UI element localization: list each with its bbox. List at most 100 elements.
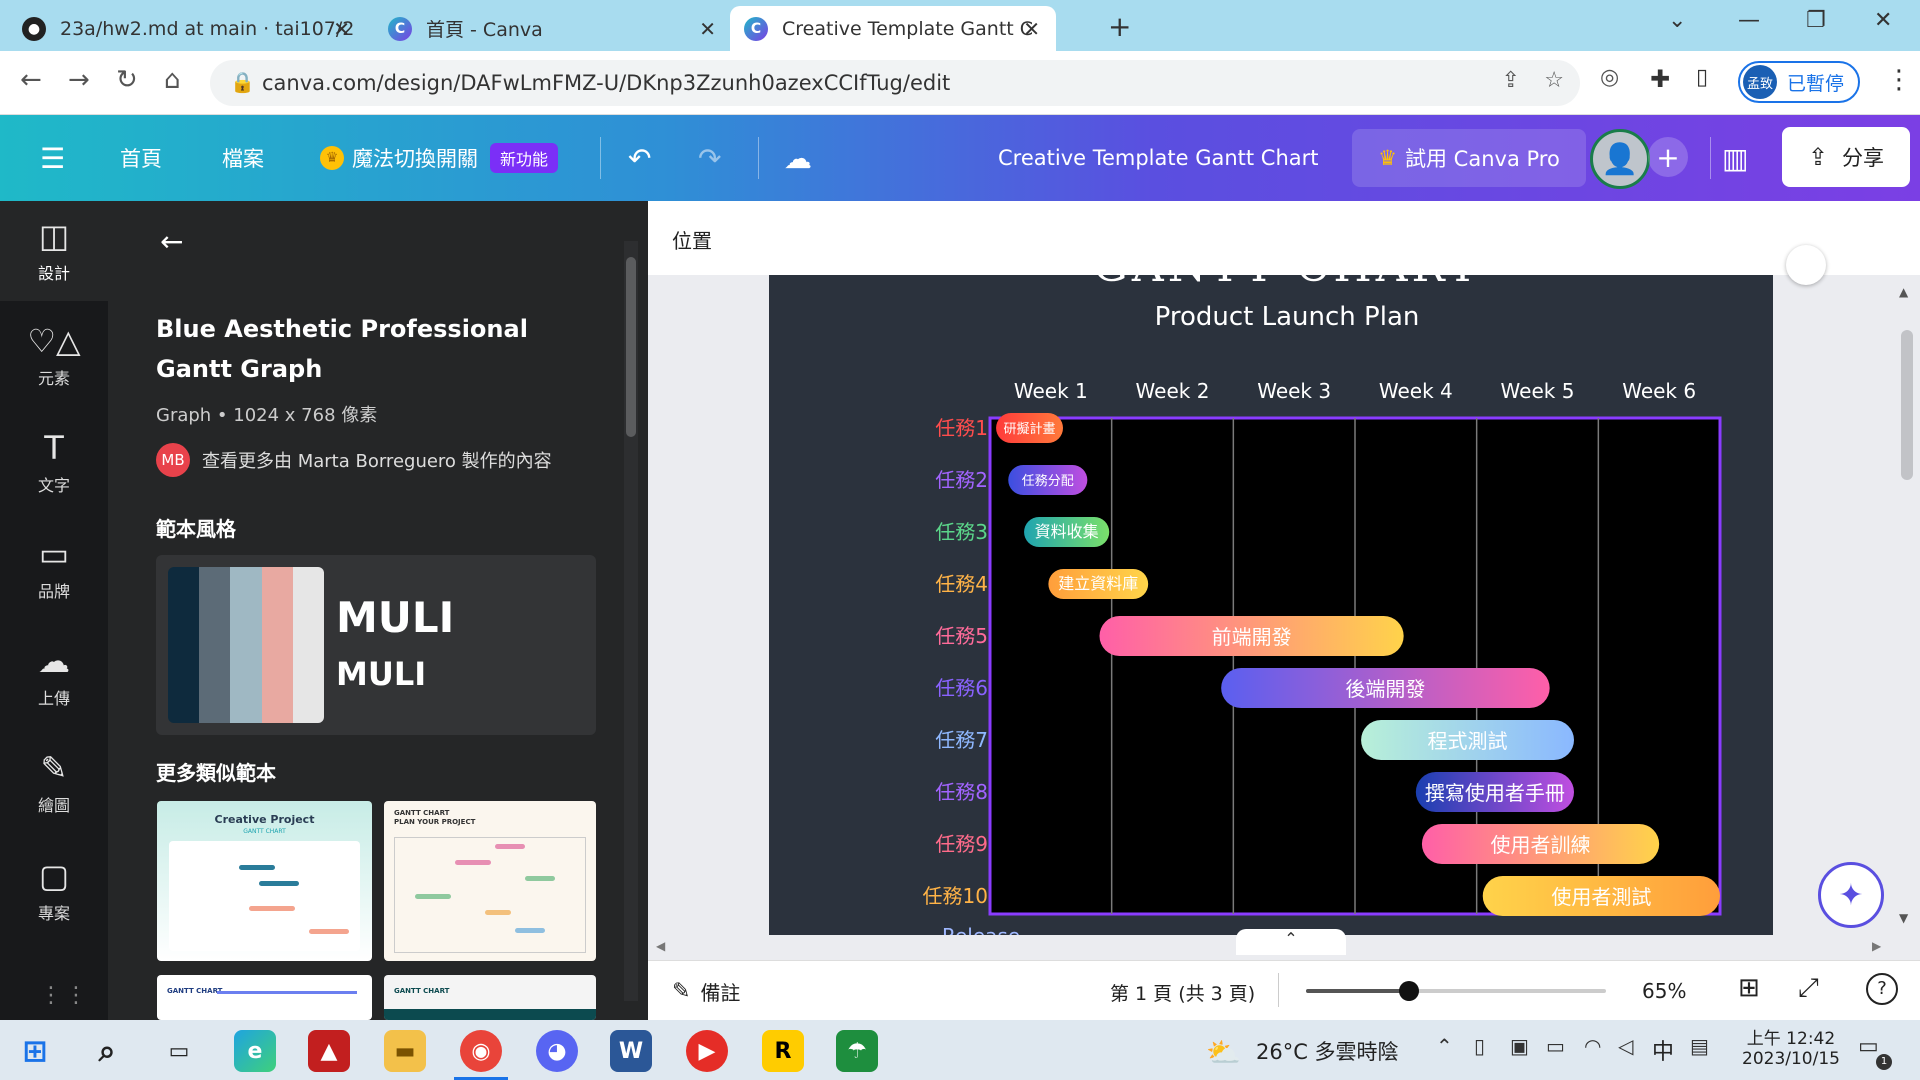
page-action-button[interactable] — [1786, 245, 1826, 285]
battery-icon[interactable]: ▭ — [1546, 1034, 1565, 1058]
tab-github[interactable]: ● 23a/hw2.md at main · tai107/2 ✕ — [8, 6, 366, 51]
zoom-value[interactable]: 65% — [1642, 979, 1686, 1003]
weather-text[interactable]: 26°C 多雲時陰 — [1256, 1036, 1399, 1066]
cloud-saved-icon[interactable]: ☁ — [784, 115, 812, 201]
expand-pages-button[interactable]: ⌃ — [1236, 929, 1346, 955]
scrollbar-thumb[interactable] — [1901, 330, 1913, 480]
thumb-bar — [485, 910, 511, 915]
author-row[interactable]: MB 查看更多由 Marta Borreguero 製作的內容 — [156, 443, 552, 477]
profile-button[interactable]: 孟致 已暫停 — [1738, 61, 1860, 103]
rockstar-icon[interactable]: R — [762, 1030, 804, 1072]
minimize-button[interactable]: — — [1738, 8, 1760, 33]
insights-chart-icon[interactable]: ▥ — [1722, 115, 1748, 201]
scroll-up-icon[interactable]: ▲ — [1899, 285, 1908, 299]
design-page[interactable]: GANTT CHART Product Launch Plan Week 1 We… — [769, 275, 1773, 935]
reload-icon[interactable]: ↻ — [116, 65, 138, 95]
position-button[interactable]: 位置 — [672, 225, 712, 254]
scroll-left-icon[interactable]: ◀ — [656, 939, 665, 953]
tray-chevron-icon[interactable]: ⌃ — [1436, 1034, 1453, 1058]
home-icon[interactable]: ⌂ — [164, 65, 181, 95]
style-card[interactable]: MULI MULI — [156, 555, 596, 735]
canvas-horizontal-scrollbar[interactable]: ◀ ▶ ⌃ — [648, 929, 1895, 960]
back-arrow-icon[interactable]: ← — [160, 225, 183, 258]
tab-canva-home[interactable]: C 首頁 - Canva ✕ — [374, 6, 732, 51]
rail-label: 專案 — [37, 904, 70, 923]
hamburger-icon[interactable]: ☰ — [40, 115, 65, 201]
undo-icon[interactable]: ↶ — [628, 115, 651, 201]
rail-item-upload[interactable]: ☁ 上傳 — [0, 626, 108, 726]
fullscreen-icon[interactable]: ⤢ — [1798, 973, 1819, 1004]
document-title[interactable]: Creative Template Gantt Chart — [998, 115, 1319, 201]
extension-icon[interactable]: ◎ — [1600, 65, 1619, 90]
redo-icon[interactable]: ↷ — [698, 115, 721, 201]
rail-item-elements[interactable]: ♡△ 元素 — [0, 306, 108, 406]
rail-item-design[interactable]: ◫ 設計 — [0, 201, 108, 301]
scrollbar-thumb[interactable] — [626, 257, 636, 437]
share-button[interactable]: ⇪ 分享 — [1782, 127, 1910, 187]
back-icon[interactable]: ← — [20, 65, 42, 95]
apps-grid-icon[interactable]: ⋮⋮ — [40, 983, 90, 1008]
rail-item-projects[interactable]: ▢ 專案 — [0, 841, 108, 941]
home-link[interactable]: 首頁 — [120, 115, 162, 201]
youtube-music-icon[interactable]: ▶ — [686, 1030, 728, 1072]
add-collaborator-button[interactable]: + — [1648, 137, 1688, 177]
app-icon[interactable]: ☂ — [836, 1030, 878, 1072]
close-icon[interactable]: ✕ — [333, 17, 350, 41]
restore-button[interactable]: ❐ — [1806, 8, 1826, 33]
ime-indicator[interactable]: 中 — [1652, 1034, 1674, 1066]
notes-button[interactable]: ✎ 備註 — [672, 977, 740, 1006]
url-input[interactable]: 🔒 canva.com/design/DAFwLmFMZ-U/DKnp3Zzun… — [210, 60, 1580, 106]
tray-icon[interactable]: ▯ — [1474, 1034, 1485, 1058]
forward-icon[interactable]: → — [68, 65, 90, 95]
rail-item-brand[interactable]: ▭ 品牌 — [0, 519, 108, 619]
magic-assistant-icon[interactable]: ✦ — [1818, 862, 1884, 928]
template-thumb[interactable]: GANTT CHART — [157, 975, 372, 1020]
thumb-bar — [384, 1009, 596, 1020]
zoom-slider-knob[interactable] — [1398, 981, 1419, 1001]
zoom-slider[interactable] — [1306, 981, 1606, 1001]
edge-icon[interactable]: e — [234, 1030, 276, 1072]
task-view-icon[interactable]: ▭ — [158, 1030, 200, 1072]
file-menu[interactable]: 檔案 — [222, 115, 264, 201]
word-icon[interactable]: W — [610, 1030, 652, 1072]
file-explorer-icon[interactable]: ▬ — [384, 1030, 426, 1072]
rail-item-text[interactable]: T 文字 — [0, 413, 108, 513]
ime-mode-icon[interactable]: ▤ — [1690, 1034, 1709, 1058]
tray-icon[interactable]: ▣ — [1510, 1034, 1529, 1058]
menu-kebab-icon[interactable]: ⋮ — [1886, 65, 1912, 95]
discord-icon[interactable]: ◕ — [536, 1030, 578, 1072]
notifications-icon[interactable]: ▭ — [1858, 1034, 1879, 1059]
scroll-right-icon[interactable]: ▶ — [1872, 939, 1881, 953]
close-icon[interactable]: ✕ — [1023, 17, 1040, 41]
wifi-icon[interactable]: ◠ — [1584, 1034, 1601, 1058]
user-avatar[interactable]: 👤 — [1590, 129, 1650, 189]
search-icon[interactable]: ⌕ — [86, 1030, 128, 1072]
windows-start-icon[interactable]: ⊞ — [14, 1030, 56, 1072]
try-pro-button[interactable]: ♛ 試用 Canva Pro — [1352, 129, 1586, 187]
scroll-down-icon[interactable]: ▼ — [1899, 911, 1908, 925]
close-icon[interactable]: ✕ — [699, 17, 716, 41]
new-tab-button[interactable]: + — [1108, 10, 1131, 43]
page-indicator[interactable]: 第 1 頁 (共 3 頁) — [1110, 979, 1255, 1006]
clock[interactable]: 上午 12:42 2023/10/15 — [1742, 1024, 1840, 1069]
tab-canva-design[interactable]: C Creative Template Gantt Chart ✕ — [730, 6, 1056, 51]
window-close-button[interactable]: ✕ — [1874, 8, 1892, 33]
magic-switch-button[interactable]: ♛ 魔法切換開關 新功能 — [320, 115, 559, 201]
template-thumb[interactable]: GANTT CHART — [384, 975, 596, 1020]
template-thumb[interactable]: GANTT CHART PLAN YOUR PROJECT — [384, 801, 596, 961]
sidepanel-icon[interactable]: ▯ — [1696, 65, 1708, 90]
volume-icon[interactable]: ◁ — [1618, 1034, 1633, 1058]
chrome-icon[interactable]: ◉ — [460, 1030, 502, 1072]
rail-item-draw[interactable]: ✎ 繪圖 — [0, 733, 108, 833]
puzzle-icon[interactable]: ✚ — [1650, 65, 1670, 93]
help-icon[interactable]: ? — [1866, 973, 1898, 1005]
tab-search-icon[interactable]: ⌄ — [1668, 8, 1686, 33]
app-icon[interactable]: ▲ — [308, 1030, 350, 1072]
panel-scrollbar[interactable] — [624, 241, 638, 1001]
canvas-vertical-scrollbar[interactable]: ▲ ▼ — [1895, 275, 1920, 935]
share-page-icon[interactable]: ⇪ — [1502, 68, 1520, 93]
template-thumb[interactable]: Creative Project GANTT CHART — [157, 801, 372, 961]
grid-view-icon[interactable]: ⊞ — [1738, 973, 1760, 1003]
thumb-title: GANTT CHART — [394, 987, 450, 995]
bookmark-star-icon[interactable]: ☆ — [1544, 68, 1564, 93]
